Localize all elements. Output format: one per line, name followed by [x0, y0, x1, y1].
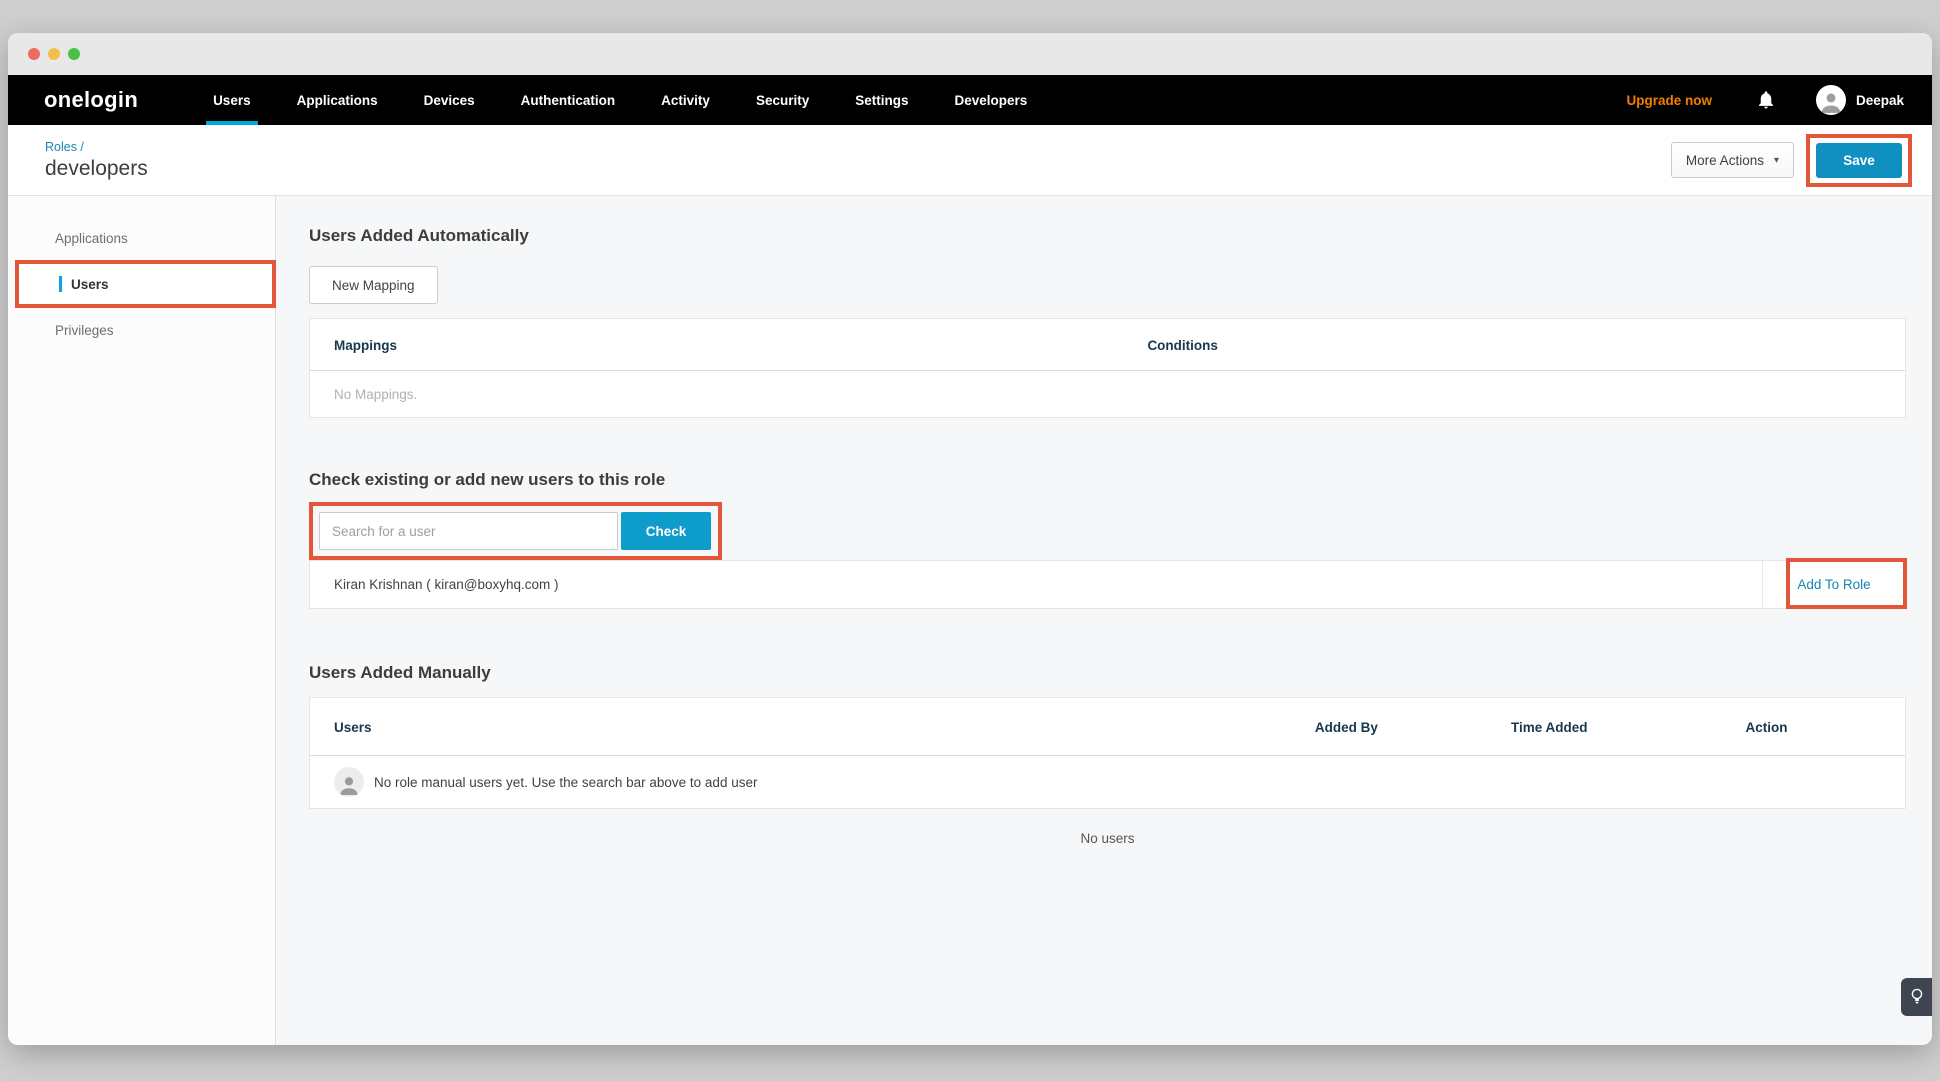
- mappings-empty-row: No Mappings.: [310, 371, 1905, 417]
- manual-table-header: Users Added By Time Added Action: [310, 698, 1905, 756]
- sidebar-item-applications[interactable]: Applications: [8, 218, 275, 258]
- nav-tab-devices[interactable]: Devices: [401, 75, 498, 125]
- users-annotation-box: Users: [15, 260, 276, 308]
- column-added-by: Added By: [1315, 698, 1511, 755]
- user-name[interactable]: Deepak: [1856, 93, 1904, 108]
- nav-tab-activity[interactable]: Activity: [638, 75, 733, 125]
- main-content: Users Added Automatically New Mapping Ma…: [276, 196, 1932, 1045]
- mappings-table-header: Mappings Conditions: [310, 319, 1905, 371]
- column-mappings: Mappings: [310, 319, 1123, 370]
- user-avatar-icon[interactable]: [1816, 85, 1846, 115]
- nav-tab-users[interactable]: Users: [190, 75, 274, 125]
- sidebar-item-users-label: Users: [71, 277, 109, 292]
- onelogin-logo[interactable]: onelogin: [44, 87, 138, 113]
- save-annotation-box: Save: [1806, 134, 1912, 187]
- result-user-name: Kiran Krishnan ( kiran@boxyhq.com ): [310, 561, 1762, 608]
- sidebar-item-users[interactable]: Users: [19, 264, 272, 304]
- upgrade-now-link[interactable]: Upgrade now: [1626, 93, 1712, 108]
- manual-users-table: Users Added By Time Added Action No role…: [309, 697, 1906, 809]
- lightbulb-icon[interactable]: [1901, 978, 1932, 1016]
- close-icon[interactable]: [28, 48, 40, 60]
- bell-icon[interactable]: [1756, 89, 1776, 111]
- mappings-table: Mappings Conditions No Mappings.: [309, 318, 1906, 418]
- more-actions-label: More Actions: [1686, 153, 1764, 168]
- column-action: Action: [1745, 698, 1905, 755]
- page-title: developers: [45, 157, 148, 181]
- app-window: onelogin Users Applications Devices Auth…: [8, 33, 1932, 1045]
- check-button[interactable]: Check: [621, 512, 711, 550]
- auto-section-heading: Users Added Automatically: [309, 226, 1906, 246]
- role-sidebar: Applications Users Privileges: [8, 196, 276, 1045]
- sidebar-item-privileges[interactable]: Privileges: [8, 310, 275, 350]
- placeholder-avatar-icon: [334, 767, 364, 797]
- result-action-cell: Add To Role: [1762, 561, 1905, 608]
- search-result-row: Kiran Krishnan ( kiran@boxyhq.com ) Add …: [309, 560, 1906, 609]
- window-titlebar: [8, 33, 1932, 75]
- top-navbar: onelogin Users Applications Devices Auth…: [8, 75, 1932, 125]
- manual-empty-row: No role manual users yet. Use the search…: [310, 756, 1905, 808]
- manual-section-heading: Users Added Manually: [309, 663, 1906, 683]
- navbar-right: Upgrade now Deepak: [1626, 85, 1904, 115]
- check-section-heading: Check existing or add new users to this …: [309, 470, 1906, 490]
- nav-tab-security[interactable]: Security: [733, 75, 832, 125]
- minimize-icon[interactable]: [48, 48, 60, 60]
- page-header: Roles / developers More Actions ▾ Save: [8, 125, 1932, 196]
- column-time-added: Time Added: [1511, 698, 1745, 755]
- nav-tab-developers[interactable]: Developers: [931, 75, 1050, 125]
- add-to-role-link[interactable]: Add To Role: [1797, 577, 1870, 592]
- maximize-icon[interactable]: [68, 48, 80, 60]
- more-actions-button[interactable]: More Actions ▾: [1671, 142, 1794, 178]
- nav-items: Users Applications Devices Authenticatio…: [190, 75, 1050, 125]
- chevron-down-icon: ▾: [1774, 155, 1779, 166]
- column-conditions: Conditions: [1123, 319, 1905, 370]
- nav-tab-applications[interactable]: Applications: [274, 75, 401, 125]
- save-button[interactable]: Save: [1816, 143, 1902, 178]
- nav-tab-authentication[interactable]: Authentication: [498, 75, 639, 125]
- search-annotation-box: Check: [309, 502, 722, 560]
- active-item-marker: [59, 276, 62, 292]
- breadcrumb-roles[interactable]: Roles /: [45, 140, 148, 154]
- new-mapping-button[interactable]: New Mapping: [309, 266, 438, 304]
- manual-empty-text: No role manual users yet. Use the search…: [374, 775, 757, 790]
- column-users: Users: [310, 698, 1315, 755]
- nav-tab-settings[interactable]: Settings: [832, 75, 931, 125]
- no-users-text: No users: [309, 831, 1906, 846]
- search-user-input[interactable]: [319, 512, 618, 550]
